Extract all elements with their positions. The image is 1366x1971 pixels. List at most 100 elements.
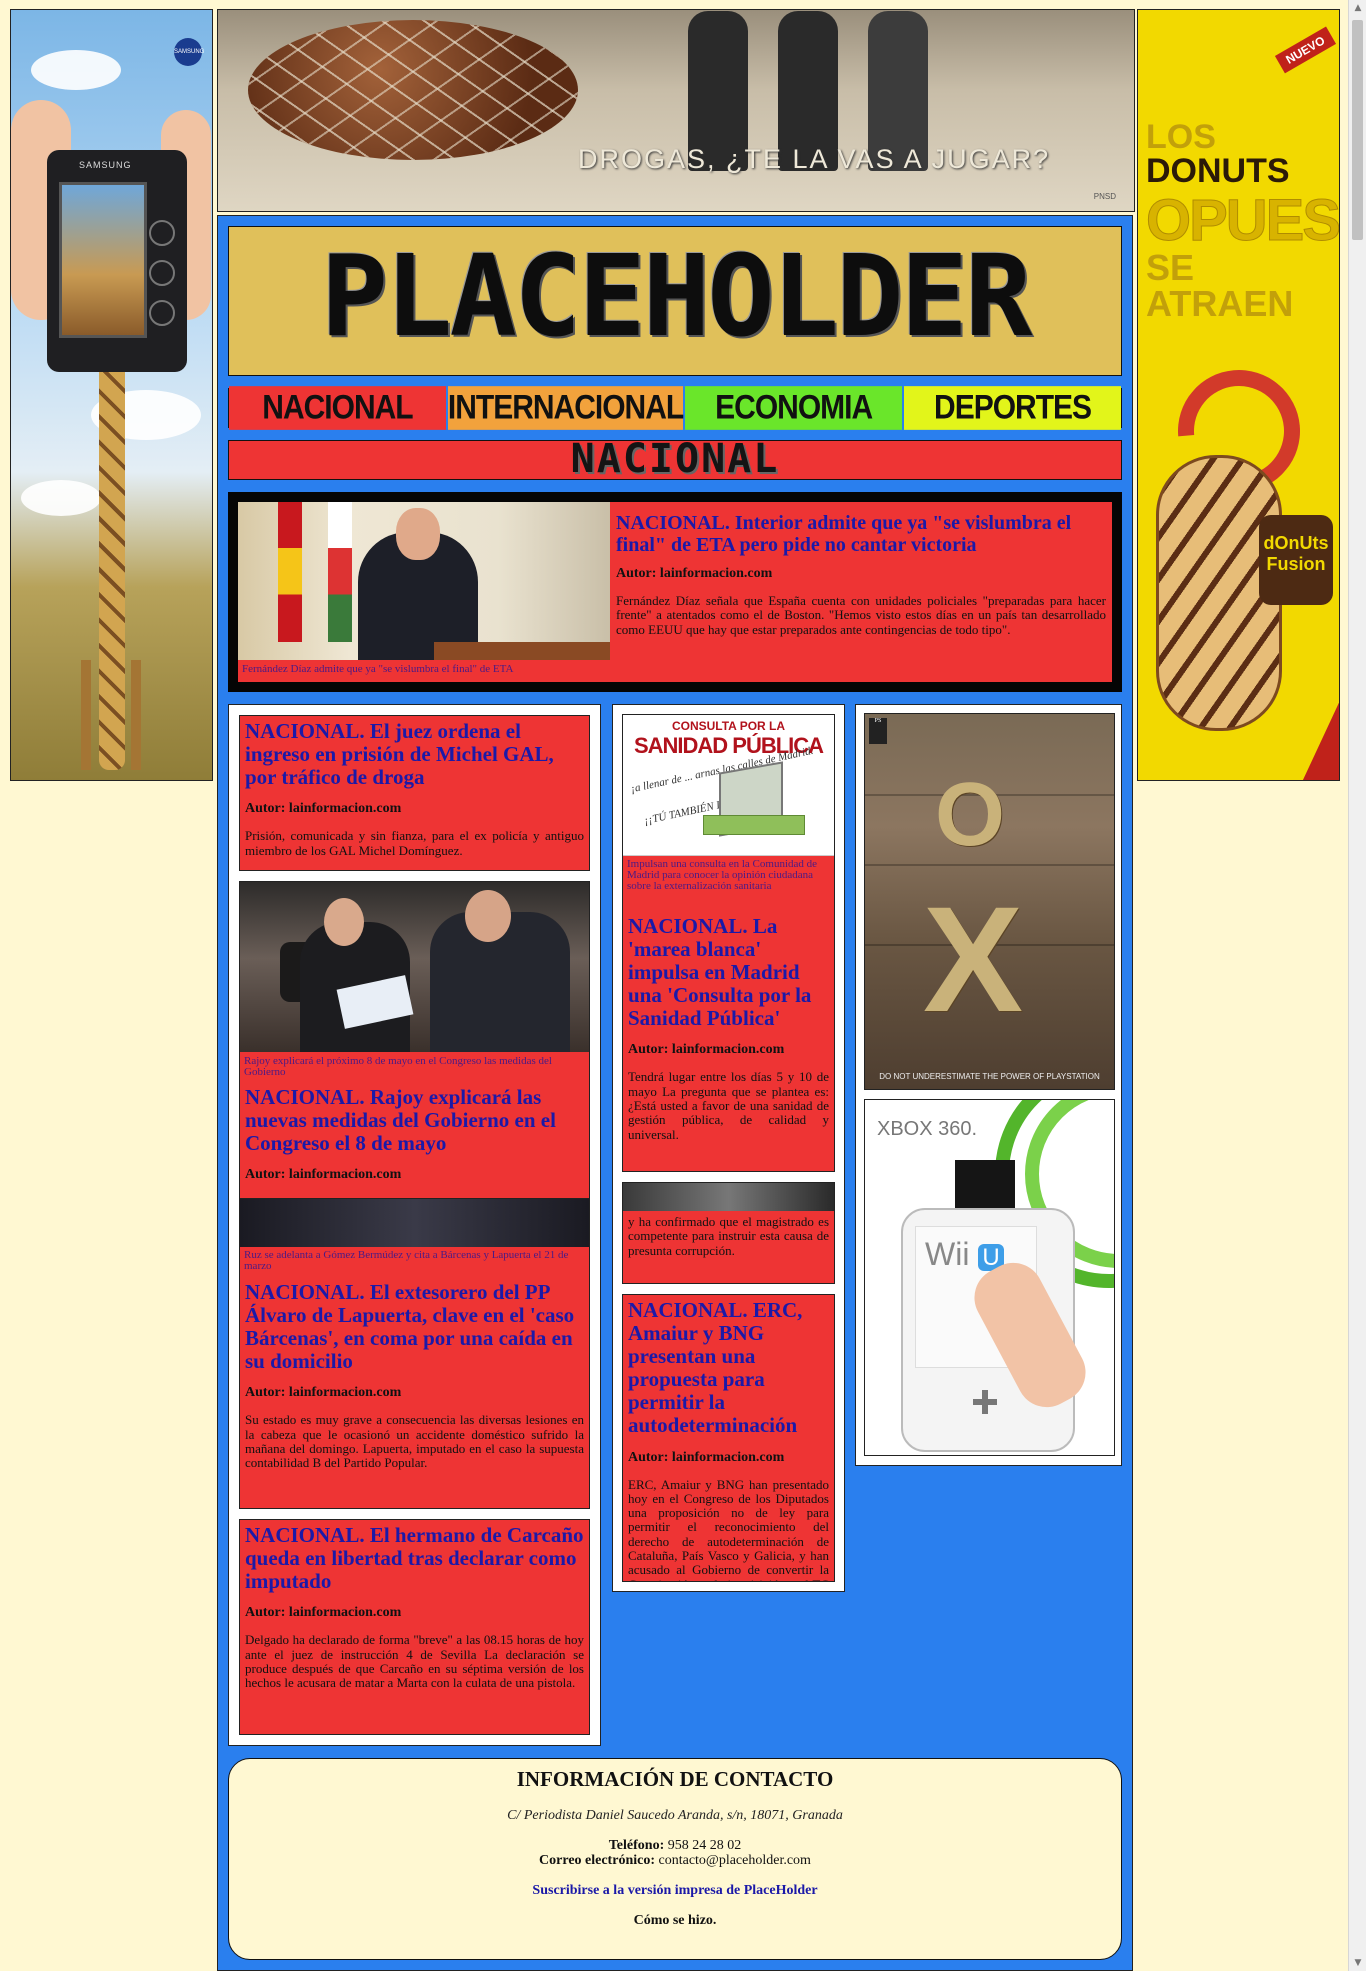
scroll-down-arrow-icon[interactable]: ▼ xyxy=(1349,1955,1366,1971)
xbox-console xyxy=(955,1160,1015,1210)
donuts-line2: OPUESTOS xyxy=(1146,188,1340,253)
banner-caption: DROGAS, ¿TE LA VAS A JUGAR? xyxy=(578,144,1051,174)
giraffe-leg xyxy=(131,660,141,770)
news-column-1: NACIONAL. El juez ordena el ingreso en p… xyxy=(228,704,601,1746)
article-card[interactable]: NACIONAL. El juez ordena el ingreso en p… xyxy=(239,715,590,871)
page-scrollbar[interactable]: ▲ ▼ xyxy=(1348,0,1366,1971)
donuts-ad[interactable]: NUEVO LOS DONUTS OPUESTOS SE ATRAEN dOnU… xyxy=(1137,9,1340,781)
article-headline[interactable]: NACIONAL. El juez ordena el ingreso en p… xyxy=(245,719,584,789)
nav-nacional[interactable]: NACIONAL xyxy=(229,386,448,430)
camera-button xyxy=(149,300,175,326)
camera-screen xyxy=(59,182,147,338)
contact-email-line: Correo electrónico: contacto@placeholder… xyxy=(229,1853,1121,1868)
article-body: y ha confirmado que el magistrado es com… xyxy=(628,1214,829,1258)
article-author: Autor: lainformacion.com xyxy=(245,1385,402,1401)
main-container: PLACEHOLDER NACIONAL INTERNACIONAL ECONO… xyxy=(217,215,1133,1971)
article-headline[interactable]: NACIONAL. El extesorero del PP Álvaro de… xyxy=(245,1280,584,1373)
article-headline[interactable]: NACIONAL. Rajoy explicará las nuevas med… xyxy=(245,1085,584,1155)
scroll-up-arrow-icon[interactable]: ▲ xyxy=(1349,0,1366,16)
phone-number: 958 24 28 02 xyxy=(667,1838,742,1853)
article-body: Delgado ha declarado de forma "breve" a … xyxy=(245,1632,584,1691)
section-title: NACIONAL xyxy=(228,439,1122,480)
drugs-campaign-banner[interactable]: DROGAS, ¿TE LA VAS A JUGAR? PNSD xyxy=(217,9,1135,212)
article-card[interactable]: NACIONAL. El hermano de Carcaño queda en… xyxy=(239,1519,590,1735)
playstation-slogan: DO NOT UNDERESTIMATE THE POWER OF PLAYST… xyxy=(879,1072,1100,1081)
grass-base xyxy=(703,815,805,835)
featured-caption: Fernández Díaz admite que ya "se vislumb… xyxy=(242,663,514,675)
wii-u-logo: Wii U xyxy=(925,1236,1004,1273)
playstation-ad[interactable]: PS O X DO NOT UNDERESTIMATE THE POWER OF… xyxy=(864,713,1115,1090)
donuts-fusion-logo: dOnUts Fusion xyxy=(1259,515,1333,605)
donuts-line1-light: LOS xyxy=(1146,118,1216,156)
minister-face xyxy=(396,508,440,560)
xbox-title: XBOX 360. xyxy=(877,1118,978,1140)
xbox-wii-ad[interactable]: XBOX 360. Wii U xyxy=(864,1099,1115,1456)
article-author: Autor: lainformacion.com xyxy=(245,1605,402,1621)
dpad-icon xyxy=(973,1390,997,1414)
camera-image: SAMSUNG xyxy=(47,150,187,372)
article-photo[interactable] xyxy=(623,1183,834,1211)
nav-internacional[interactable]: INTERNACIONAL xyxy=(447,386,686,430)
face xyxy=(324,898,364,946)
article-author: Autor: lainformacion.com xyxy=(245,801,402,817)
featured-article: Fernández Díaz admite que ya "se vislumb… xyxy=(228,492,1122,692)
article-card[interactable]: Rajoy explicará el próximo 8 de mayo en … xyxy=(239,881,590,1199)
email-address: contacto@placeholder.com xyxy=(658,1853,811,1869)
cloud-shape xyxy=(21,480,101,516)
article-body: Tendrá lugar entre los días 5 y 10 de ma… xyxy=(628,1069,829,1142)
article-author: Autor: lainformacion.com xyxy=(245,1167,402,1183)
featured-body: Fernández Díaz señala que España cuenta … xyxy=(616,593,1106,637)
sanidad-title-small: CONSULTA POR LA xyxy=(671,719,786,733)
featured-text: NACIONAL. Interior admite que ya "se vis… xyxy=(616,512,1106,637)
pnsd-logo: PNSD xyxy=(1093,192,1116,201)
featured-photo[interactable] xyxy=(238,502,610,660)
featured-headline[interactable]: NACIONAL. Interior admite que ya "se vis… xyxy=(616,512,1106,556)
article-card[interactable]: NACIONAL. ERC, Amaiur y BNG presentan un… xyxy=(622,1294,835,1582)
nav-deportes[interactable]: DEPORTES xyxy=(904,386,1121,430)
article-author: Autor: lainformacion.com xyxy=(628,1042,785,1058)
article-headline[interactable]: NACIONAL. ERC, Amaiur y BNG presentan un… xyxy=(628,1298,829,1438)
samsung-logo: SAMSUNG xyxy=(174,38,204,66)
rioja-flag xyxy=(328,502,352,642)
article-headline[interactable]: NACIONAL. El hermano de Carcaño queda en… xyxy=(245,1523,584,1593)
article-card[interactable]: CONSULTA POR LA SANIDAD PÚBLICA ¡a llena… xyxy=(622,714,835,1172)
spain-flag xyxy=(278,502,302,642)
article-card[interactable]: Ruz se adelanta a Gómez Bermúdez y cita … xyxy=(239,1199,590,1509)
featured-author: Autor: lainformacion.com xyxy=(616,566,773,581)
email-label: Correo electrónico: xyxy=(539,1853,655,1869)
sanidad-publica-image[interactable]: CONSULTA POR LA SANIDAD PÚBLICA ¡a llena… xyxy=(623,715,834,856)
ads-column: PS O X DO NOT UNDERESTIMATE THE POWER OF… xyxy=(855,704,1122,1466)
contact-title: INFORMACIÓN DE CONTACTO xyxy=(516,1767,834,1791)
barbed-wire xyxy=(248,20,578,160)
article-caption: Impulsan una consulta en la Comunidad de… xyxy=(627,858,818,892)
contact-section: INFORMACIÓN DE CONTACTO C/ Periodista Da… xyxy=(228,1758,1122,1960)
article-caption: Rajoy explicará el próximo 8 de mayo en … xyxy=(244,1055,552,1078)
rajoy-photo[interactable] xyxy=(240,882,589,1052)
masthead: PLACEHOLDER xyxy=(228,226,1122,376)
featured-article-card[interactable]: Fernández Díaz admite que ya "se vislumb… xyxy=(238,502,1112,682)
subscribe-link[interactable]: Suscribirse a la versión impresa de Plac… xyxy=(532,1883,817,1899)
red-stripe xyxy=(1278,650,1339,780)
nav-economia[interactable]: ECONOMIA xyxy=(685,386,905,430)
lectern xyxy=(434,642,610,660)
donuts-line3: SE ATRAEN xyxy=(1146,247,1294,324)
scrollbar-thumb[interactable] xyxy=(1352,20,1363,240)
cloud-shape xyxy=(31,50,121,90)
article-photo[interactable] xyxy=(240,1199,589,1247)
donuts-headline: LOS DONUTS OPUESTOS SE ATRAEN xyxy=(1146,118,1340,324)
main-nav: NACIONAL INTERNACIONAL ECONOMIA DEPORTES xyxy=(228,386,1122,430)
donuts-line1-bold: DONUTS xyxy=(1146,152,1290,190)
article-card[interactable]: y ha confirmado que el magistrado es com… xyxy=(622,1182,835,1284)
how-it-was-made-link[interactable]: Cómo se hizo. xyxy=(229,1913,1121,1929)
contact-phone-line: Teléfono: 958 24 28 02 xyxy=(229,1838,1121,1853)
nuevo-badge: NUEVO xyxy=(1275,26,1337,74)
site-logo[interactable]: PLACEHOLDER xyxy=(229,241,1121,353)
cross-icon: X xyxy=(923,875,1024,1043)
phone-label: Teléfono: xyxy=(608,1838,665,1853)
samsung-camera-ad[interactable]: SAMSUNG SAMSUNG xyxy=(10,9,213,781)
article-caption: Ruz se adelanta a Gómez Bermúdez y cita … xyxy=(244,1249,569,1272)
article-body: ERC, Amaiur y BNG han presentado hoy en … xyxy=(628,1476,829,1581)
article-headline[interactable]: NACIONAL. La 'marea blanca' impulsa en M… xyxy=(628,914,829,1030)
article-author: Autor: lainformacion.com xyxy=(628,1449,785,1465)
wii-label: Wii xyxy=(925,1236,970,1272)
